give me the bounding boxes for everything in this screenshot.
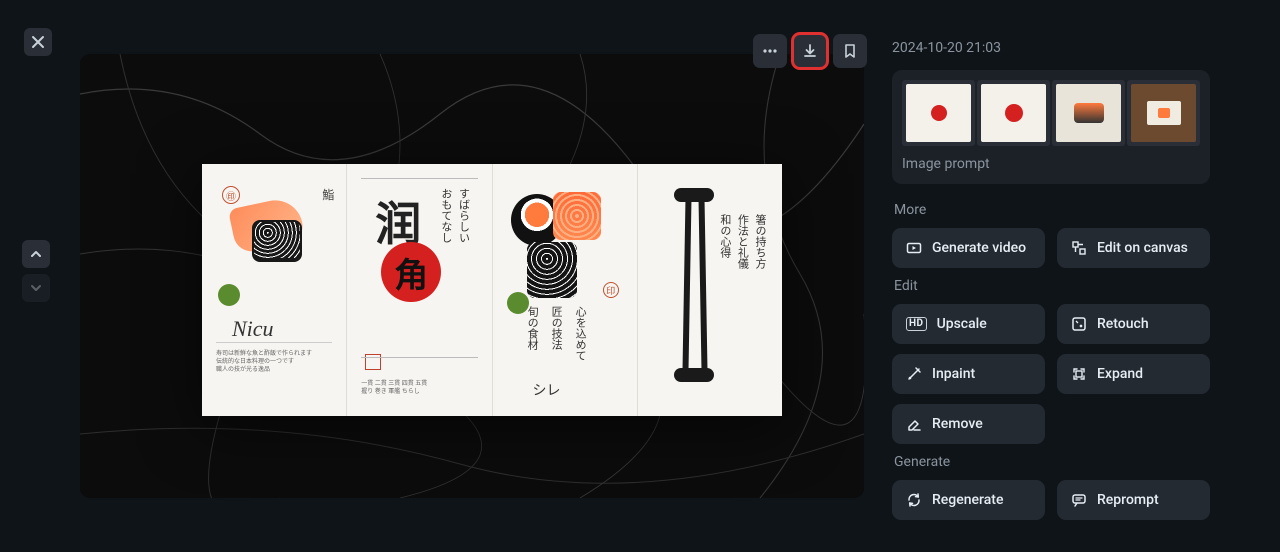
menu-mockup: ㊞ 鮨 Nicu 寿司は新鮮な魚と酢飯で作られます伝統的な日本料理の一つです職人… [202,164,782,416]
edit-on-canvas-label: Edit on canvas [1097,240,1188,256]
retouch-icon [1071,316,1087,332]
menu-page-1: ㊞ 鮨 Nicu 寿司は新鮮な魚と酢飯で作られます伝統的な日本料理の一つです職人… [202,164,347,416]
menu-page-3: 印 旬の食材 匠の技法 心を込めて シレ [493,164,638,416]
thumbnail-4[interactable] [1127,80,1200,146]
edit-on-canvas-button[interactable]: Edit on canvas [1057,228,1210,268]
more-options-button[interactable] [753,34,787,68]
prompt-label: Image prompt [902,156,1200,172]
ellipsis-icon [762,43,778,59]
expand-icon [1071,366,1087,382]
canvas-icon [1071,240,1087,256]
expand-button[interactable]: Expand [1057,354,1210,394]
remove-button[interactable]: Remove [892,404,1045,444]
chevron-down-icon [29,281,43,295]
close-button[interactable] [24,28,52,56]
retouch-button[interactable]: Retouch [1057,304,1210,344]
close-icon [31,35,45,49]
generation-timestamp: 2024-10-20 21:03 [892,40,1210,56]
thumbnail-3[interactable] [1052,80,1125,146]
hd-icon: HD [906,317,927,331]
reprompt-button[interactable]: Reprompt [1057,480,1210,520]
regenerate-button[interactable]: Regenerate [892,480,1045,520]
section-edit-label: Edit [894,278,1210,294]
retouch-label: Retouch [1097,316,1149,332]
bookmark-button[interactable] [833,34,867,68]
section-generate-label: Generate [894,454,1210,470]
download-icon [802,43,818,59]
image-action-bar [753,34,867,68]
thumbnail-row [902,80,1200,146]
inpaint-label: Inpaint [932,366,975,382]
next-image-button[interactable] [22,274,50,302]
video-icon [906,240,922,256]
prev-image-button[interactable] [22,240,50,268]
regenerate-icon [906,492,922,508]
image-nav [22,240,50,302]
chevron-up-icon [29,247,43,261]
download-button[interactable] [793,34,827,68]
reprompt-label: Reprompt [1097,492,1159,508]
upscale-button[interactable]: HD Upscale [892,304,1045,344]
expand-label: Expand [1097,366,1143,382]
bookmark-icon [842,43,858,59]
menu-page-4: 箸の持ち方作法と礼儀和の心得 [638,164,782,416]
thumbnail-2[interactable] [977,80,1050,146]
inpaint-button[interactable]: Inpaint [892,354,1045,394]
side-panel: 2024-10-20 21:03 Image prompt More Gener… [892,40,1210,530]
generated-image[interactable]: ㊞ 鮨 Nicu 寿司は新鮮な魚と酢飯で作られます伝統的な日本料理の一つです職人… [80,54,864,498]
remove-label: Remove [932,416,983,432]
regenerate-label: Regenerate [932,492,1003,508]
generate-video-button[interactable]: Generate video [892,228,1045,268]
section-more-label: More [894,202,1210,218]
thumbnail-1[interactable] [902,80,975,146]
prompt-thumbnails-card[interactable]: Image prompt [892,70,1210,184]
menu-title: Nicu [232,316,274,342]
inpaint-icon [906,366,922,382]
generate-video-label: Generate video [932,240,1026,256]
menu-page-2: 润 角 すばらしいおもてなし 一貫 二貫 三貫 四貫 五貫握り 巻き 軍艦 ちら… [347,164,492,416]
reprompt-icon [1071,492,1087,508]
upscale-label: Upscale [937,316,987,332]
eraser-icon [906,416,922,432]
